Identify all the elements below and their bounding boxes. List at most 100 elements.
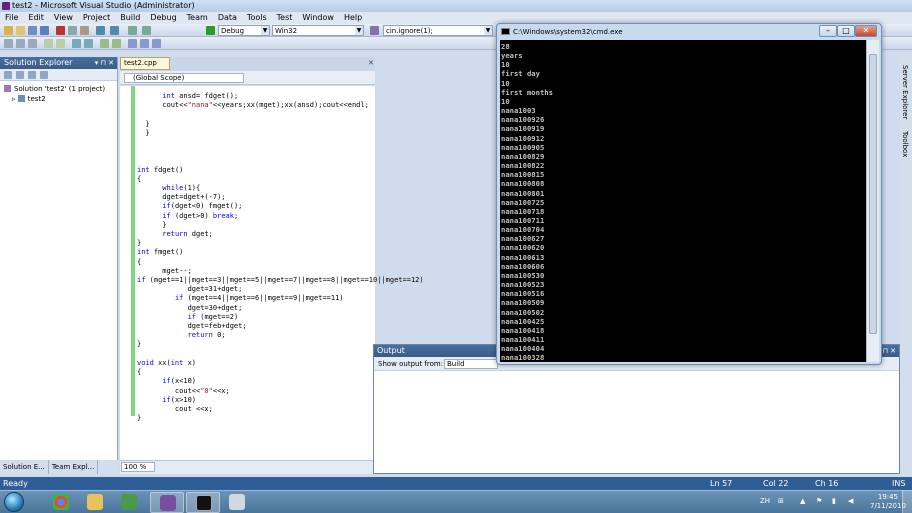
bookmark-icon[interactable]	[140, 39, 149, 48]
tab-team-explorer[interactable]: Team Expl...	[49, 460, 99, 474]
close-button[interactable]: ✕	[855, 25, 877, 37]
output-source-select[interactable]: Build	[444, 359, 498, 369]
show-output-label: Show output from:	[378, 360, 444, 368]
tab-server-explorer[interactable]: Server Explorer	[901, 65, 909, 119]
bookmark-icon[interactable]	[128, 39, 137, 48]
toolbar-icon[interactable]	[28, 39, 37, 48]
menu-project[interactable]: Project	[78, 12, 115, 24]
start-button[interactable]	[4, 492, 24, 512]
console-line: nana100822	[501, 161, 545, 171]
minimize-button[interactable]: –	[819, 25, 837, 37]
console-scrollbar[interactable]	[866, 40, 879, 362]
solution-explorer-header: Solution Explorer ▾ ⊓ ✕	[0, 57, 117, 69]
toolbar-icon[interactable]	[84, 39, 93, 48]
console-line: nana100627	[501, 234, 545, 244]
zoom-select[interactable]: 100 %	[121, 462, 155, 472]
menu-data[interactable]: Data	[213, 12, 242, 24]
show-all-files-icon[interactable]	[16, 71, 24, 79]
taskbar-media[interactable]	[112, 492, 146, 513]
console-line: nana100905	[501, 142, 545, 152]
visual-studio-icon	[2, 2, 10, 10]
undo-icon[interactable]	[96, 26, 105, 35]
find-combo[interactable]: cin.ignore(1); ▼	[383, 25, 493, 36]
close-document-icon[interactable]: ✕	[368, 59, 374, 67]
tree-project-node[interactable]: ▹ test2	[4, 94, 117, 104]
menu-team[interactable]: Team	[182, 12, 213, 24]
toolbar-icon[interactable]	[56, 39, 65, 48]
menu-window[interactable]: Window	[297, 12, 339, 24]
menu-help[interactable]: Help	[339, 12, 367, 24]
menu-edit[interactable]: Edit	[23, 12, 49, 24]
show-desktop-button[interactable]	[902, 490, 912, 513]
scrollbar-thumb[interactable]	[869, 54, 877, 334]
paste-icon[interactable]	[80, 26, 89, 35]
start-debugging-icon[interactable]	[206, 26, 215, 35]
menu-debug[interactable]: Debug	[145, 12, 181, 24]
toolbar-icon[interactable]	[16, 39, 25, 48]
tab-test2-cpp[interactable]: test2.cpp	[120, 57, 170, 70]
bookmark-icon[interactable]	[152, 39, 161, 48]
console-line: nana100411	[501, 335, 545, 344]
menu-test[interactable]: Test	[272, 12, 298, 24]
taskbar-paint[interactable]	[220, 492, 254, 513]
solution-explorer-toolbar	[0, 69, 117, 81]
expand-icon[interactable]: ▹	[12, 95, 16, 103]
menu-view[interactable]: View	[49, 12, 78, 24]
save-all-icon[interactable]	[40, 26, 49, 35]
console-line: nana100718	[501, 206, 545, 216]
navigate-forward-icon[interactable]	[142, 26, 151, 35]
right-side-tabs: Server Explorer Toolbox	[900, 57, 912, 477]
tab-toolbox[interactable]: Toolbox	[901, 131, 909, 157]
tab-solution-explorer[interactable]: Solution E...	[0, 460, 49, 474]
taskbar-explorer[interactable]	[78, 492, 112, 513]
change-tracking-margin	[131, 86, 135, 416]
console-line: nana100808	[501, 179, 545, 189]
comment-out-icon[interactable]	[100, 39, 109, 48]
save-icon[interactable]	[28, 26, 37, 35]
class-view-icon[interactable]	[40, 71, 48, 79]
menu-build[interactable]: Build	[115, 12, 145, 24]
taskbar-cmd[interactable]	[186, 492, 220, 513]
properties-icon[interactable]	[4, 71, 12, 79]
cmd-title-bar[interactable]: C:\Windows\system32\cmd.exe – □ ✕	[497, 24, 881, 40]
solution-platform-select[interactable]: Win32 ▼	[272, 25, 364, 36]
toolbar-icon[interactable]	[72, 39, 81, 48]
menu-file[interactable]: File	[0, 12, 23, 24]
cmd-window[interactable]: C:\Windows\system32\cmd.exe – □ ✕ 28 year…	[496, 23, 882, 365]
navigate-back-icon[interactable]	[128, 26, 137, 35]
console-line: 28	[501, 42, 510, 51]
console-line: nana100613	[501, 252, 545, 262]
toolbar-icon[interactable]	[44, 39, 53, 48]
action-center-icon[interactable]: ⚑	[816, 497, 822, 505]
media-icon	[121, 494, 137, 510]
tree-solution-node[interactable]: Solution 'test2' (1 project)	[4, 84, 117, 94]
console-output[interactable]: 28 years 10 first day 10 first months 10 nana10…	[500, 40, 866, 362]
panel-pin-close-icons[interactable]: ▾ ⊓ ✕	[95, 57, 114, 69]
menu-tools[interactable]: Tools	[242, 12, 272, 24]
clock[interactable]: 19:45 7/11/2010	[870, 493, 906, 511]
maximize-button[interactable]: □	[837, 25, 855, 37]
console-line: nana100926	[501, 115, 545, 125]
find-in-files-icon[interactable]	[370, 26, 379, 35]
redo-icon[interactable]	[110, 26, 119, 35]
copy-icon[interactable]	[68, 26, 77, 35]
uncomment-icon[interactable]	[112, 39, 121, 48]
open-file-icon[interactable]	[16, 26, 25, 35]
taskbar-chrome[interactable]	[44, 492, 78, 513]
scope-select[interactable]: (Global Scope)	[124, 73, 244, 83]
language-indicator[interactable]: ZH	[760, 497, 770, 505]
refresh-icon[interactable]	[28, 71, 36, 79]
paint-icon	[229, 494, 245, 510]
chrome-icon	[53, 494, 69, 510]
console-line: nana100404	[501, 344, 545, 354]
solution-configuration-select[interactable]: Debug ▼	[218, 25, 270, 36]
tray-icon[interactable]: ⊞	[778, 497, 784, 505]
cut-icon[interactable]	[56, 26, 65, 35]
volume-icon[interactable]: ◀	[848, 497, 853, 505]
network-icon[interactable]: ▮	[832, 497, 836, 505]
tray-overflow-icon[interactable]: ▲	[800, 497, 805, 505]
new-project-icon[interactable]	[4, 26, 13, 35]
toolbar-icon[interactable]	[4, 39, 13, 48]
taskbar-visual-studio[interactable]	[150, 492, 184, 513]
chevron-down-icon: ▼	[484, 26, 492, 35]
